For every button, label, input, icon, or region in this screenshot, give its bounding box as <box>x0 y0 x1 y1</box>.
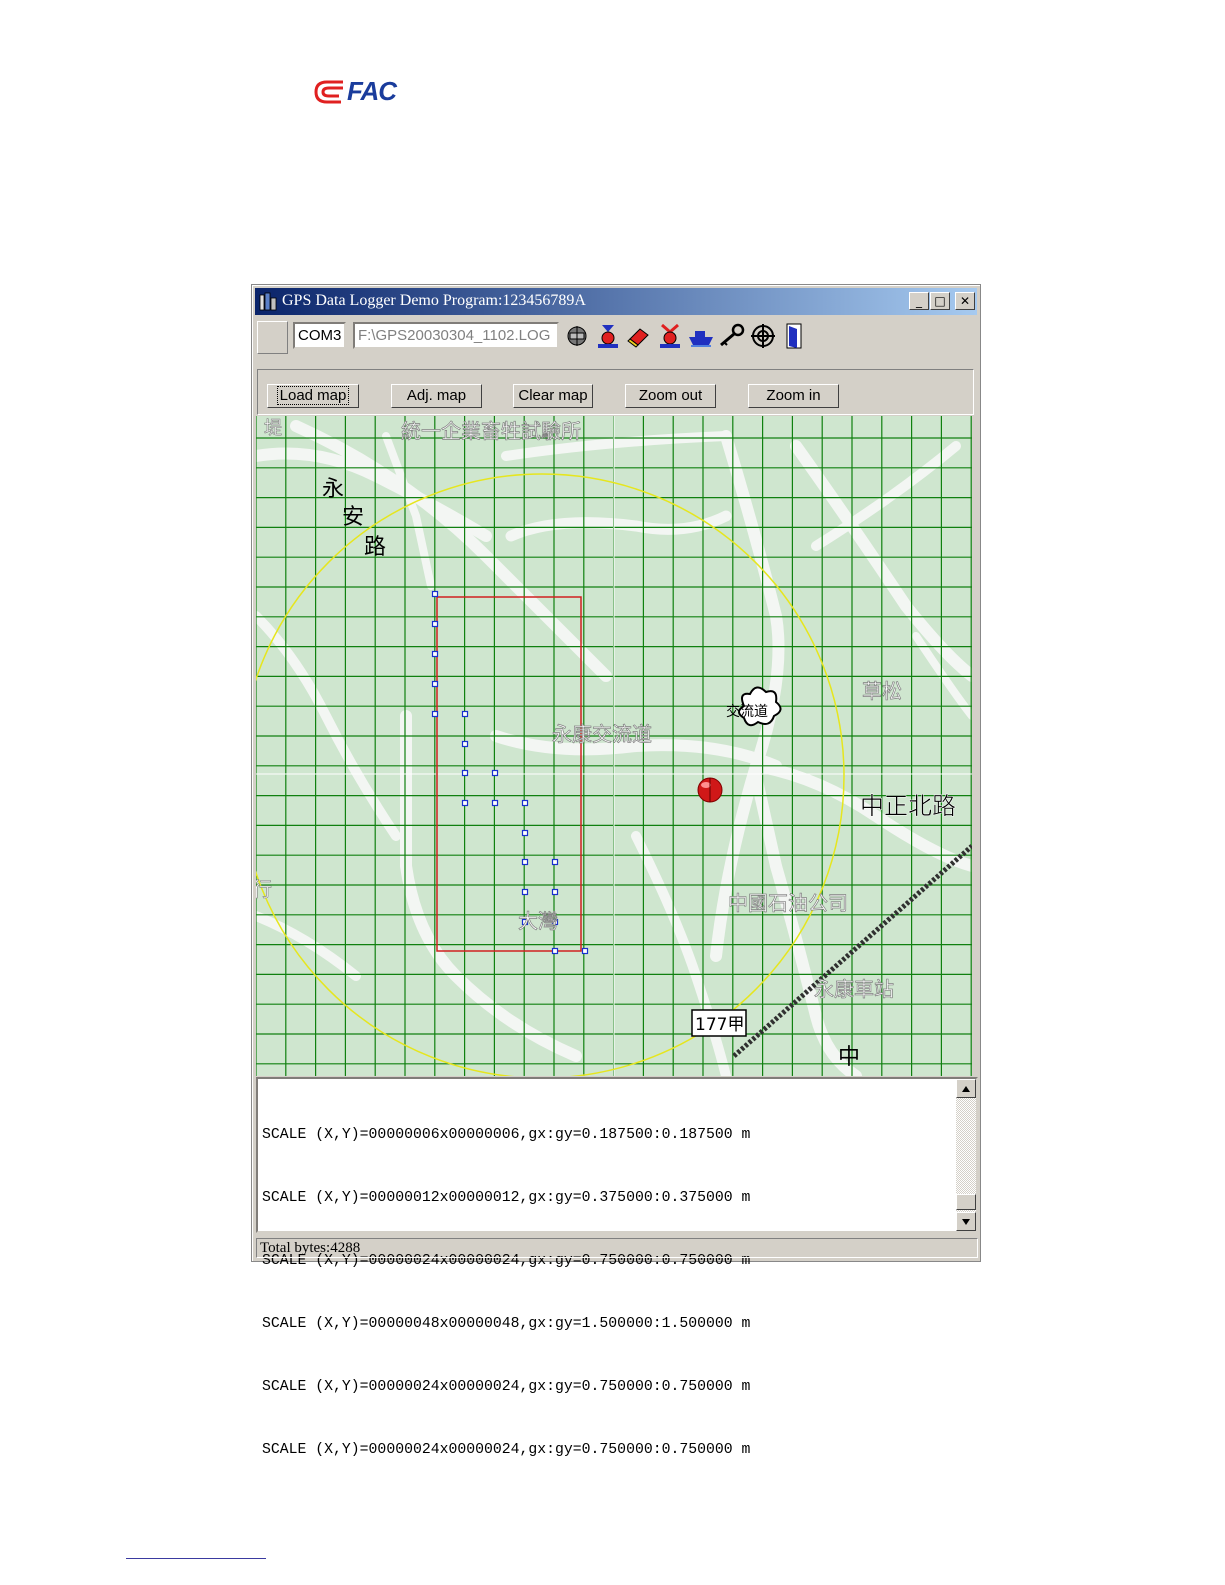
track-point <box>431 710 439 718</box>
map-canvas[interactable]: 堤 統一企業畜牲試驗所 永 安 路 草松 交流道 永康交流道 中正北路 行 中國… <box>256 416 972 1076</box>
track-point <box>461 710 469 718</box>
ship-icon[interactable] <box>686 320 716 352</box>
track-point <box>521 888 529 896</box>
track-point <box>431 620 439 628</box>
adj-map-button[interactable]: Adj. map <box>391 384 482 408</box>
download-icon[interactable] <box>655 320 685 352</box>
scroll-down-icon <box>962 1219 970 1225</box>
log-line: SCALE (X,Y)=00000024x00000024,gx:gy=0.75… <box>262 1442 751 1458</box>
track-point <box>521 829 529 837</box>
track-point <box>461 740 469 748</box>
app-window: GPS Data Logger Demo Program:123456789A … <box>251 284 981 1458</box>
close-icon: ✕ <box>959 294 971 308</box>
track-point <box>431 590 439 598</box>
map-label-road-1: 永 <box>322 477 344 502</box>
track-point <box>551 858 559 866</box>
scroll-up-button[interactable] <box>956 1079 976 1098</box>
track-point <box>551 947 559 955</box>
map-label-park: 永康交流道 <box>552 722 652 746</box>
track-point <box>551 888 559 896</box>
map-label-village: 大灣 <box>518 909 558 933</box>
track-point <box>581 947 589 955</box>
footer-divider <box>126 1558 266 1559</box>
track-point <box>431 650 439 658</box>
log-output[interactable]: SCALE (X,Y)=00000006x00000006,gx:gy=0.18… <box>256 1077 978 1458</box>
track-point <box>461 769 469 777</box>
track-point <box>461 799 469 807</box>
zoom-in-label: Zoom in <box>766 387 821 404</box>
close-button[interactable]: ✕ <box>955 292 975 310</box>
clear-map-label: Clear map <box>518 387 588 404</box>
map-label-interchange-icon: 交流道 <box>726 703 768 720</box>
map-label-station: 永康車站 <box>814 977 894 1001</box>
map-label-top-left: 堤 <box>264 418 282 439</box>
track-point <box>521 858 529 866</box>
erase-icon[interactable] <box>624 320 654 352</box>
zoom-out-label: Zoom out <box>638 387 703 404</box>
track-point <box>491 769 499 777</box>
app-icon <box>259 292 277 311</box>
load-map-button[interactable]: Load map <box>267 384 359 408</box>
gps-position-marker <box>697 777 723 803</box>
log-lines: SCALE (X,Y)=00000006x00000006,gx:gy=0.18… <box>262 1083 750 1503</box>
window-title: GPS Data Logger Demo Program:123456789A <box>282 292 586 309</box>
track-point <box>521 799 529 807</box>
toolbar: COM3 F:\GPS20030304_1102.LOG <box>255 318 977 358</box>
log-file-field[interactable]: F:\GPS20030304_1102.LOG <box>353 322 559 349</box>
map-label-road-north: 中正北路 <box>860 792 956 820</box>
target-icon[interactable] <box>748 320 778 352</box>
log-line: SCALE (X,Y)=00000006x00000006,gx:gy=0.18… <box>262 1127 751 1143</box>
clear-map-button[interactable]: Clear map <box>513 384 593 408</box>
map-label-route: 177甲 <box>695 1015 744 1035</box>
scroll-thumb[interactable] <box>956 1194 976 1210</box>
blank-button[interactable] <box>257 321 288 354</box>
map-label-road-2: 安 <box>342 505 364 530</box>
map-label-pasture: 草松 <box>862 679 902 703</box>
scroll-down-button[interactable] <box>956 1212 976 1231</box>
map-command-bar: Load map Adj. map Clear map Zoom out Zoo… <box>257 369 974 415</box>
exit-icon[interactable] <box>779 320 809 352</box>
maximize-button[interactable]: □ <box>930 292 950 310</box>
status-bar: Total bytes:4288 <box>256 1238 978 1258</box>
load-map-label: Load map <box>276 386 350 405</box>
log-line: SCALE (X,Y)=00000012x00000012,gx:gy=0.37… <box>262 1190 751 1206</box>
log-line: SCALE (X,Y)=00000048x00000048,gx:gy=1.50… <box>262 1316 751 1332</box>
title-bar[interactable]: GPS Data Logger Demo Program:123456789A … <box>255 288 977 315</box>
key-icon[interactable] <box>717 320 747 352</box>
track-point <box>431 680 439 688</box>
zoom-out-button[interactable]: Zoom out <box>625 384 716 408</box>
adj-map-label: Adj. map <box>406 387 467 404</box>
minimize-icon: _ <box>916 294 922 308</box>
zoom-in-button[interactable]: Zoom in <box>748 384 839 408</box>
connect-icon[interactable] <box>562 320 592 352</box>
map-label-road-3: 路 <box>364 535 386 560</box>
log-scrollbar[interactable] <box>956 1079 976 1231</box>
map-label-left-edge: 行 <box>256 877 272 901</box>
log-line: SCALE (X,Y)=00000024x00000024,gx:gy=0.75… <box>262 1379 751 1395</box>
logo-text: FAC <box>347 76 397 106</box>
track-point <box>491 799 499 807</box>
map-label-top: 統一企業畜牲試驗所 <box>401 419 581 443</box>
map-label-cpc: 中國石油公司 <box>728 891 848 915</box>
map-label-bottom: 中 <box>838 1045 860 1070</box>
logo-mark-icon <box>314 80 343 104</box>
scroll-up-icon <box>962 1086 970 1092</box>
com-port-field[interactable]: COM3 <box>293 322 346 349</box>
fac-logo: FAC <box>313 76 413 110</box>
minimize-button[interactable]: _ <box>909 292 929 310</box>
record-icon[interactable] <box>593 320 623 352</box>
maximize-icon: □ <box>934 294 946 308</box>
